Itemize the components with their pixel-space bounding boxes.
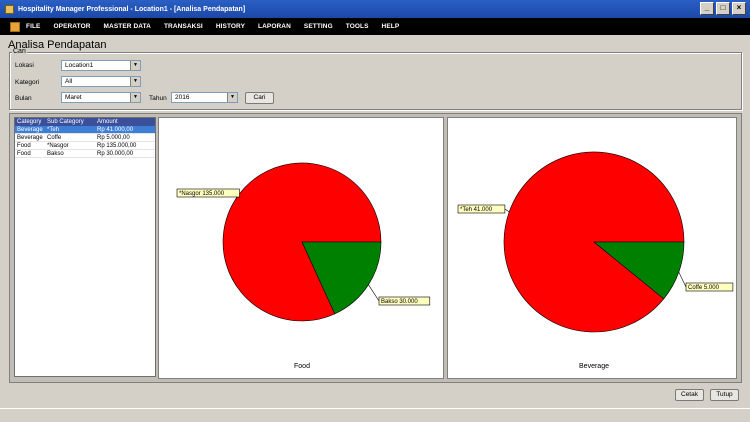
chevron-down-icon[interactable]: ▼ <box>227 93 237 102</box>
menu-laporan[interactable]: LAPORAN <box>258 23 291 30</box>
search-button[interactable]: Cari <box>245 92 274 104</box>
lokasi-value: Location1 <box>65 62 94 69</box>
grid-header: Category Sub Category Amount <box>15 118 155 126</box>
data-label: *Teh 41.000 <box>460 207 493 213</box>
bulan-value: Maret <box>65 94 82 101</box>
beverage-pie-chart: *Teh 41.000 Coffe 5.000 Beverage <box>457 151 734 370</box>
cell-category: Food <box>17 151 31 157</box>
menu-tools[interactable]: TOOLS <box>346 23 369 30</box>
close-window-button[interactable]: × <box>732 2 746 15</box>
cell-category: Beverage <box>17 135 43 141</box>
window-title: Hospitality Manager Professional - Locat… <box>18 5 246 13</box>
cell-category: Food <box>17 143 31 149</box>
col-sub-category[interactable]: Sub Category <box>45 118 95 126</box>
menu-file[interactable]: FILE <box>26 23 40 30</box>
bulan-label: Bulan <box>15 95 32 102</box>
leader-line <box>504 208 510 213</box>
chart-title: Beverage <box>579 363 609 370</box>
filter-legend: Cari <box>12 48 27 55</box>
title-bar: Hospitality Manager Professional - Locat… <box>0 0 750 18</box>
beverage-pie-chart-panel: *Teh 41.000 Coffe 5.000 Beverage <box>447 117 737 379</box>
lokasi-label: Lokasi <box>15 62 34 69</box>
menu-setting[interactable]: SETTING <box>304 23 333 30</box>
lokasi-select[interactable]: Location1 ▼ <box>61 60 141 71</box>
table-row[interactable]: Beverage *Teh Rp 41.000,00 <box>15 126 155 134</box>
print-button[interactable]: Cetak <box>675 389 704 401</box>
tahun-value: 2016 <box>175 94 190 101</box>
data-label: Bakso 30.000 <box>381 299 418 305</box>
cell-category: Beverage <box>17 127 43 133</box>
tahun-label: Tahun <box>149 95 167 102</box>
table-row[interactable]: Beverage Coffe Rp 5.000,00 <box>15 134 155 142</box>
menu-bar: FILE OPERATOR MASTER DATA TRANSAKSI HIST… <box>0 18 750 35</box>
cell-amount: Rp 41.000,00 <box>97 127 134 133</box>
cell-amount: Rp 30.000,00 <box>97 151 134 157</box>
leader-line <box>678 272 687 288</box>
table-row[interactable]: Food *Nasgor Rp 135.000,00 <box>15 142 155 150</box>
chart-title: Food <box>294 363 310 370</box>
cell-sub-category: *Teh <box>47 127 60 133</box>
maximize-button[interactable]: □ <box>716 2 730 15</box>
status-bar <box>0 408 750 422</box>
app-icon <box>5 4 14 14</box>
kategori-value: All <box>65 78 73 85</box>
kategori-select[interactable]: All ▼ <box>61 76 141 87</box>
chevron-down-icon[interactable]: ▼ <box>130 61 140 70</box>
food-pie-chart: *Nasgor 135.000 Bakso 30.000 Food <box>176 162 431 370</box>
table-row[interactable]: Food Bakso Rp 30.000,00 <box>15 150 155 158</box>
bulan-select[interactable]: Maret ▼ <box>61 92 141 103</box>
menu-master-data[interactable]: MASTER DATA <box>104 23 151 30</box>
data-label: *Nasgor 135.000 <box>179 191 225 197</box>
cell-sub-category: *Nasgor <box>47 143 69 149</box>
tahun-select[interactable]: 2016 ▼ <box>171 92 238 103</box>
data-label: Coffe 5.000 <box>688 285 720 291</box>
menu-transaksi[interactable]: TRANSAKSI <box>164 23 203 30</box>
chevron-down-icon[interactable]: ▼ <box>130 77 140 86</box>
cell-sub-category: Coffe <box>47 135 62 141</box>
menu-operator[interactable]: OPERATOR <box>53 23 90 30</box>
cell-amount: Rp 5.000,00 <box>97 135 130 141</box>
close-button[interactable]: Tutup <box>710 389 739 401</box>
kategori-label: Kategori <box>15 79 40 86</box>
col-category[interactable]: Category <box>15 118 45 126</box>
menu-history[interactable]: HISTORY <box>216 23 245 30</box>
cube-icon <box>10 21 20 32</box>
data-grid[interactable]: Category Sub Category Amount Beverage *T… <box>14 117 156 377</box>
cell-amount: Rp 135.000,00 <box>97 143 137 149</box>
col-amount[interactable]: Amount <box>95 118 155 126</box>
leader-line <box>368 284 380 302</box>
cell-sub-category: Bakso <box>47 151 64 157</box>
minimize-button[interactable]: _ <box>700 2 714 15</box>
menu-help[interactable]: HELP <box>382 23 400 30</box>
chevron-down-icon[interactable]: ▼ <box>130 93 140 102</box>
food-pie-chart-panel: *Nasgor 135.000 Bakso 30.000 Food <box>158 117 444 379</box>
